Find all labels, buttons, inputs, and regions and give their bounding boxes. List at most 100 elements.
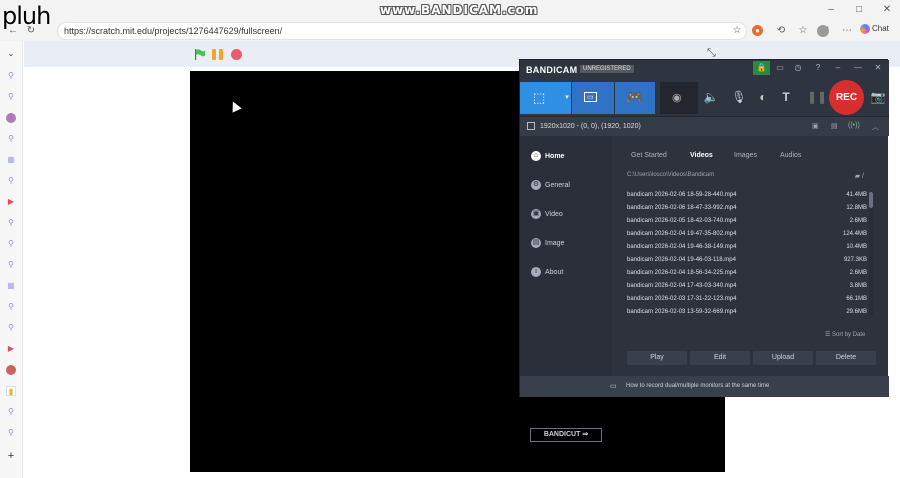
- nav-video[interactable]: ▣ Video: [531, 209, 563, 219]
- pause-icon[interactable]: [212, 49, 224, 60]
- bandicut-button[interactable]: BANDICUT ⇒: [530, 428, 602, 442]
- upload-button[interactable]: Upload: [753, 351, 813, 365]
- clock-icon[interactable]: ◷: [792, 63, 804, 72]
- minimize-icon[interactable]: –: [824, 3, 838, 17]
- file-row[interactable]: bandicam 2026-02-05 18-42-03-740.mp4 2.6M…: [627, 215, 867, 228]
- bandicam-logo: BANDICAM: [526, 65, 578, 75]
- tab-images[interactable]: Images: [734, 152, 757, 159]
- bandicam-toolbar: ⬚ ▾ ▭ 🎮 ◉ 🔈 🎙 ◐ T ❚❚ REC 📷: [520, 80, 889, 116]
- file-row[interactable]: bandicam 2026-02-06 18-59-28-440.mp4 41.4…: [627, 189, 867, 202]
- add-tab-icon[interactable]: +: [6, 451, 16, 462]
- collapse-chevron-icon[interactable]: ⌄: [6, 49, 16, 59]
- game-record-mode-button[interactable]: 🎮: [615, 82, 655, 114]
- bandicam-watermark: www.BANDICAM.com: [380, 3, 539, 17]
- scroll-thumb[interactable]: [869, 192, 873, 208]
- copilot-icon: [860, 24, 870, 34]
- hdmi-icon: ▭: [584, 92, 597, 102]
- sidebar-image-icon[interactable]: ▦: [6, 155, 16, 165]
- file-row[interactable]: bandicam 2026-02-04 17-43-03-340.mp4 3.8M…: [627, 280, 867, 293]
- file-row[interactable]: bandicam 2026-02-04 18-56-34-225.mp4 2.6M…: [627, 267, 867, 280]
- extensions-puzzle-icon[interactable]: ⟲: [774, 24, 788, 38]
- close-icon[interactable]: ✕: [872, 63, 884, 72]
- favorites-icon[interactable]: ☆: [796, 24, 810, 38]
- minimize-icon[interactable]: —: [852, 63, 864, 72]
- tab-audios[interactable]: Audios: [780, 152, 801, 159]
- picture-icon: ▤: [531, 238, 541, 248]
- audio-wave-icon[interactable]: ((•)): [848, 122, 860, 129]
- webcam-off-icon: ◉: [672, 92, 682, 104]
- tab-videos[interactable]: Videos: [690, 152, 713, 159]
- more-menu-icon[interactable]: ⋯: [840, 24, 854, 38]
- minimize-icon[interactable]: –: [832, 63, 844, 72]
- sidebar-search-icon[interactable]: ⚲: [6, 407, 16, 417]
- sidebar-search-icon[interactable]: ⚲: [6, 134, 16, 144]
- video-icon[interactable]: ▣: [812, 122, 819, 130]
- nav-home[interactable]: ⌂ Home: [531, 151, 564, 161]
- open-folder-icon[interactable]: ▰ /: [855, 172, 864, 180]
- youtube-icon[interactable]: ▶: [6, 344, 16, 354]
- stop-icon[interactable]: [231, 49, 242, 60]
- screenshot-camera-icon[interactable]: 📷: [870, 90, 886, 104]
- sidebar-search-icon[interactable]: ⚲: [6, 260, 16, 270]
- screen-record-mode-button[interactable]: ⬚: [520, 82, 563, 114]
- webcam-button[interactable]: ◉: [660, 82, 698, 114]
- text-overlay-icon[interactable]: T: [778, 90, 794, 104]
- help-icon[interactable]: ?: [812, 63, 824, 72]
- sidebar-search-icon[interactable]: ⚲: [6, 302, 16, 312]
- mouse-icon[interactable]: ◐: [755, 90, 771, 104]
- pause-record-icon[interactable]: ❚❚: [807, 90, 827, 104]
- profile-avatar[interactable]: [817, 25, 829, 37]
- sidebar-search-icon[interactable]: ⚲: [6, 218, 16, 228]
- sidebar-search-icon[interactable]: ⚲: [6, 92, 16, 102]
- capture-area-bar: 1920x1020 - (0, 0), (1920, 1020) ▣ ▤ ((•…: [520, 116, 889, 136]
- unregistered-badge: UNREGISTERED: [580, 65, 634, 73]
- address-bar[interactable]: https://scratch.mit.edu/projects/1276447…: [57, 22, 747, 40]
- sidebar-app-icon[interactable]: [6, 365, 16, 375]
- lock-icon[interactable]: 🔒: [753, 61, 770, 75]
- sort-by-date[interactable]: ☰ Sort by Date: [825, 331, 865, 338]
- hdmi-record-mode-button[interactable]: ▭: [572, 82, 614, 114]
- scratch-tab-icon[interactable]: ▮: [6, 386, 16, 396]
- file-row[interactable]: bandicam 2026-02-04 19-47-35-802.mp4 124.…: [627, 228, 867, 241]
- nav-general[interactable]: ⚙ General: [531, 180, 570, 190]
- nav-about[interactable]: i About: [531, 267, 563, 277]
- tip-text: How to record dual/multiple monitors at …: [626, 383, 770, 389]
- collapse-up-icon[interactable]: ︿: [872, 122, 879, 132]
- sidebar-search-icon[interactable]: ⚲: [6, 428, 16, 438]
- nav-image[interactable]: ▤ Image: [531, 238, 564, 248]
- folder-icon[interactable]: ▭: [774, 63, 786, 72]
- close-icon[interactable]: ✕: [880, 3, 894, 17]
- mode-dropdown-icon[interactable]: ▾: [563, 82, 571, 114]
- file-list-scrollbar[interactable]: [869, 192, 873, 316]
- sidebar-search-icon[interactable]: ⚲: [6, 71, 16, 81]
- copilot-chat-button[interactable]: Chat: [860, 24, 889, 34]
- youtube-icon[interactable]: ▶: [6, 197, 16, 207]
- sidebar-search-icon[interactable]: ⚲: [6, 239, 16, 249]
- tip-bar[interactable]: ▭ How to record dual/multiple monitors a…: [520, 376, 889, 397]
- rec-button[interactable]: REC: [829, 80, 864, 115]
- output-folder-path[interactable]: C:\Users\losco\Videos\Bandicam ▰ /: [627, 172, 872, 180]
- sidebar-image-icon[interactable]: ▦: [6, 281, 16, 291]
- tab-get-started[interactable]: Get Started: [631, 152, 667, 159]
- file-row[interactable]: bandicam 2026-02-04 19-46-03-118.mp4 927.…: [627, 254, 867, 267]
- speaker-icon[interactable]: 🔈: [703, 90, 719, 104]
- file-row[interactable]: bandicam 2026-02-03 13-59-32-669.mp4 29.6…: [627, 306, 867, 319]
- delete-button[interactable]: Delete: [816, 351, 876, 365]
- sidebar-search-icon[interactable]: ⚲: [6, 176, 16, 186]
- edit-button[interactable]: Edit: [690, 351, 750, 365]
- sidebar-search-icon[interactable]: ⚲: [6, 323, 16, 333]
- sidebar-app-icon[interactable]: [6, 113, 16, 123]
- play-button[interactable]: Play: [627, 351, 687, 365]
- capture-resolution[interactable]: 1920x1020 - (0, 0), (1920, 1020): [540, 123, 641, 130]
- mic-off-icon[interactable]: 🎙: [731, 90, 747, 104]
- image-icon[interactable]: ▤: [831, 122, 838, 130]
- file-row[interactable]: bandicam 2026-02-04 19-46-38-149.mp4 10.4…: [627, 241, 867, 254]
- extension-icon[interactable]: ●: [752, 25, 763, 36]
- green-flag-icon[interactable]: [194, 49, 205, 60]
- info-icon: i: [531, 267, 541, 277]
- file-row[interactable]: bandicam 2026-02-03 17-31-22-123.mp4 66.1…: [627, 293, 867, 306]
- favorite-star-icon[interactable]: ☆: [730, 24, 744, 38]
- file-row[interactable]: bandicam 2026-02-06 18-47-33-992.mp4 12.8…: [627, 202, 867, 215]
- browser-sidebar: ⌄ ⚲ ⚲ ⚲ ▦ ⚲ ▶ ⚲ ⚲ ⚲ ▦ ⚲ ⚲ ▶ ▮ ⚲ ⚲ +: [0, 41, 23, 478]
- maximize-icon[interactable]: □: [852, 3, 866, 17]
